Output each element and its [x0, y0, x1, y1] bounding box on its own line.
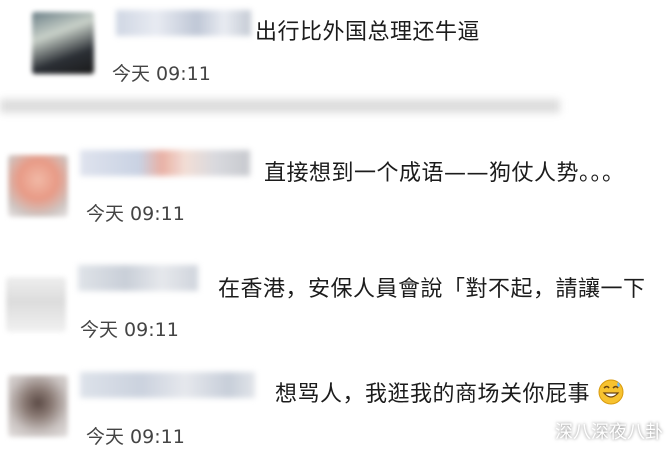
username-redacted[interactable] [80, 150, 250, 176]
comment-time: 今天 09:11 [80, 319, 179, 341]
watermark: 深八深夜八卦 [527, 418, 663, 444]
username-redacted[interactable] [80, 372, 255, 398]
comment-text-body: 想骂人，我逛我的商场关你屁事 [275, 382, 591, 407]
avatar[interactable] [6, 277, 66, 332]
comment-item: 出行比外国总理还牛逼 今天 09:11 [0, 0, 671, 95]
comment-time: 今天 09:11 [86, 426, 185, 448]
watermark-label: 深八深夜八卦 [555, 422, 663, 443]
comment-text: 想骂人，我逛我的商场关你屁事 [275, 376, 624, 408]
grinning-sweat-face-icon [598, 379, 624, 405]
comment-text: 在香港，安保人員會說「對不起，請讓一下 [218, 277, 646, 302]
avatar[interactable] [8, 375, 68, 437]
redacted-row [0, 99, 560, 113]
comment-text: 直接想到一个成语——狗仗人势。。。 [264, 161, 625, 186]
username-redacted[interactable] [78, 265, 198, 291]
avatar[interactable] [32, 12, 94, 74]
comment-time: 今天 09:11 [86, 203, 185, 225]
avatar[interactable] [8, 155, 68, 217]
wechat-official-account-icon [530, 423, 547, 438]
comment-text: 出行比外国总理还牛逼 [255, 20, 481, 45]
comment-time: 今天 09:11 [112, 63, 211, 85]
comment-item: 在香港，安保人員會說「對不起，請讓一下 今天 09:11 [0, 255, 671, 350]
comment-item: 直接想到一个成语——狗仗人势。。。 今天 09:11 [0, 140, 671, 235]
username-redacted[interactable] [116, 10, 251, 36]
